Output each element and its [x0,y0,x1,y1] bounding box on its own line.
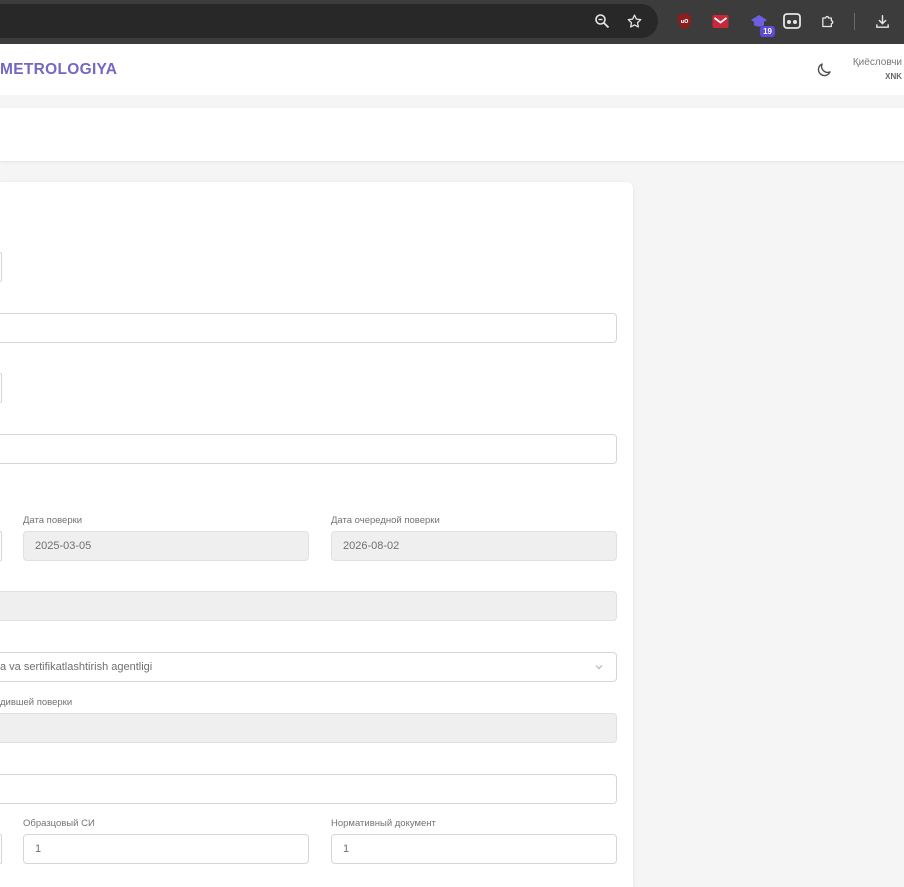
toolbar-separator [854,13,855,30]
zoom-icon[interactable] [591,10,613,32]
reader-extension-icon[interactable] [781,10,803,32]
verification-date-input[interactable]: 2025-03-05 [23,531,309,561]
normative-doc-label: Нормативный документ [331,818,436,829]
mail-extension-icon[interactable] [709,10,731,32]
text-input-3[interactable] [0,774,617,804]
normative-doc-input[interactable]: 1 [331,834,617,864]
field-stub-1[interactable] [0,252,2,282]
next-verification-date-input[interactable]: 2026-08-02 [331,531,617,561]
svg-text:uO: uO [680,19,688,25]
reference-si-label: Образцовый СИ [23,818,95,829]
brand-logo[interactable]: METROLOGIYA [0,61,117,79]
extensions-puzzle-icon[interactable] [817,10,839,32]
next-verification-date-label: Дата очередной поверки [331,515,440,526]
passed-verification-input[interactable] [0,713,617,743]
moon-icon[interactable] [815,61,835,81]
reference-si-input[interactable]: 1 [23,834,309,864]
download-icon[interactable] [871,10,893,32]
text-input-1[interactable] [0,313,617,343]
bookmark-star-icon[interactable] [623,10,645,32]
address-bar[interactable] [0,4,658,38]
verification-date-label: Дата поверки [23,515,83,526]
breadcrumb-bar [0,108,904,161]
app-header: METROLOGIYA Қиёсловчи XNK [0,44,904,95]
user-org: XNK [885,72,902,81]
extension-badge-icon[interactable]: 19 [748,10,775,37]
user-role[interactable]: Қиёсловчи [853,57,902,68]
agency-select[interactable]: a va sertifikatlashtirish agentligi [0,652,617,682]
passed-verification-label: дившей поверки [0,697,73,708]
ublock-extension-icon[interactable]: uO [673,10,695,32]
browser-toolbar: uO 19 [0,0,904,44]
text-input-2[interactable] [0,434,617,464]
agency-select-value: a va sertifikatlashtirish agentligi [0,661,153,673]
disabled-input-1[interactable] [0,591,617,621]
field-stub-2[interactable] [0,373,2,403]
chevron-down-icon [594,662,604,672]
field-stub-3[interactable] [0,531,2,561]
extension-badge-count: 19 [760,26,775,37]
field-stub-4[interactable] [0,834,2,864]
form-card: Дата поверки 2025-03-05 Дата очередной п… [0,182,633,887]
